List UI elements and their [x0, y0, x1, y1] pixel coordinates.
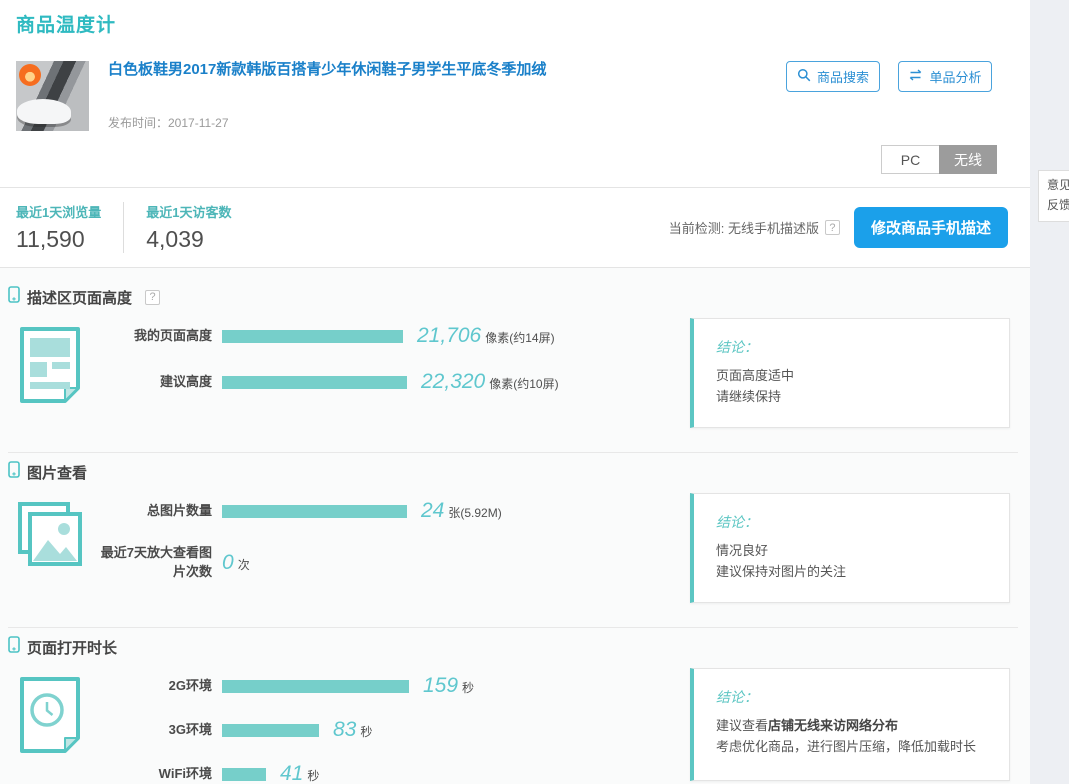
stats-bar: 最近1天浏览量 11,590 最近1天访客数 4,039 当前检测: 无线手机描… [0, 187, 1030, 268]
section-image-view-header: 图片查看 [0, 461, 1030, 483]
bar-total-images [222, 505, 407, 518]
row-label: 我的页面高度 [100, 327, 212, 346]
phone-icon [8, 286, 20, 308]
section-open-time-header: 页面打开时长 [0, 636, 1030, 658]
feedback-tab-line1: 意见 [1047, 176, 1069, 196]
conclusion-page-height: 结论： 页面高度适中 请继续保持 [690, 318, 1010, 428]
page-height-rows: 我的页面高度 21,706 像素(约14屏) 建议高度 22,320 [100, 318, 580, 394]
open-time-rows: 2G环境 159 秒 3G环境 83 秒 [100, 668, 580, 784]
product-thermometer-page: 意见 反馈 商品温度计 白色板鞋男2017新款韩版百搭青少年休闲鞋子男学生平底冬… [0, 0, 1069, 784]
right-gutter [1030, 0, 1069, 784]
product-actions: 商品搜索 单品分析 [786, 61, 992, 131]
feedback-tab-line2: 反馈 [1047, 196, 1069, 216]
image-view-rows: 总图片数量 24 张(5.92M) 最近7天放大查看图片次数 0 次 [100, 493, 580, 582]
section-page-height-title: 描述区页面高度 [27, 287, 132, 308]
page-title: 商品温度计 [0, 0, 1030, 37]
product-info: 白色板鞋男2017新款韩版百搭青少年休闲鞋子男学生平底冬季加绒 发布时间：201… [108, 61, 786, 131]
conclusion-line: 请继续保持 [716, 386, 989, 407]
product-title-link[interactable]: 白色板鞋男2017新款韩版百搭青少年休闲鞋子男学生平底冬季加绒 [108, 61, 786, 79]
publish-date: 发布时间：2017-11-27 [108, 114, 786, 131]
page-height-help-icon[interactable]: ? [145, 290, 160, 305]
conclusion-image-view: 结论： 情况良好 建议保持对图片的关注 [690, 493, 1010, 603]
stat-visitors-value: 4,039 [146, 226, 231, 253]
conclusion-title: 结论： [716, 687, 989, 707]
row-value: 21,706 像素(约14屏) [417, 324, 555, 348]
row-value: 22,320 像素(约10屏) [421, 370, 559, 394]
bar-suggested-height [222, 376, 407, 389]
row-my-page-height: 我的页面高度 21,706 像素(约14屏) [100, 324, 580, 348]
document-illustration-icon [0, 318, 100, 404]
row-label: 总图片数量 [100, 502, 212, 521]
row-zoom-views: 最近7天放大查看图片次数 0 次 [100, 544, 580, 582]
row-value: 83 秒 [333, 718, 372, 742]
section-page-height: 描述区页面高度 ? [0, 278, 1030, 453]
row-2g: 2G环境 159 秒 [100, 674, 580, 698]
row-total-images: 总图片数量 24 张(5.92M) [100, 499, 580, 523]
row-3g: 3G环境 83 秒 [100, 718, 580, 742]
platform-toggle: PC 无线 [881, 145, 997, 174]
row-value: 41 秒 [280, 762, 319, 784]
row-suggested-height: 建议高度 22,320 像素(约10屏) [100, 370, 580, 394]
conclusion-line: 页面高度适中 [716, 365, 989, 386]
conclusion-title: 结论： [716, 337, 989, 357]
stats-right: 当前检测: 无线手机描述版 ? 修改商品手机描述 [669, 207, 1008, 248]
edit-mobile-description-button[interactable]: 修改商品手机描述 [854, 207, 1008, 248]
conclusion-open-time: 结论： 建议查看店铺无线来访网络分布 考虑优化商品，进行图片压缩，降低加载时长 [690, 668, 1010, 781]
toggle-wireless[interactable]: 无线 [939, 145, 997, 174]
shoe-image-shape [17, 99, 71, 124]
search-icon [797, 68, 811, 85]
conclusion-line: 考虑优化商品，进行图片压缩，降低加载时长 [716, 736, 989, 757]
stat-views: 最近1天浏览量 11,590 [16, 202, 123, 253]
section-open-time: 页面打开时长 2G环境 [0, 628, 1030, 784]
section-open-time-title: 页面打开时长 [27, 637, 117, 658]
clock-document-illustration-icon [0, 668, 100, 754]
bar-3g [222, 724, 319, 737]
product-header: 白色板鞋男2017新款韩版百搭青少年休闲鞋子男学生平底冬季加绒 发布时间：201… [16, 61, 1014, 131]
conclusion-line: 建议查看店铺无线来访网络分布 [716, 715, 989, 736]
photos-illustration-icon [0, 493, 100, 569]
single-item-analysis-button[interactable]: 单品分析 [898, 61, 992, 92]
row-label: 3G环境 [100, 721, 212, 740]
row-label: 建议高度 [100, 373, 212, 392]
bar-my-page-height [222, 330, 403, 343]
conclusion-title: 结论： [716, 512, 989, 532]
product-search-label: 商品搜索 [817, 67, 869, 86]
bar-2g [222, 680, 409, 693]
section-page-height-body: 我的页面高度 21,706 像素(约14屏) 建议高度 22,320 [0, 318, 1030, 428]
report-sections: 描述区页面高度 ? [0, 268, 1030, 784]
stat-visitors-label: 最近1天访客数 [146, 202, 231, 221]
row-value: 159 秒 [423, 674, 474, 698]
conclusion-line: 情况良好 [716, 540, 989, 561]
feedback-tab[interactable]: 意见 反馈 [1038, 170, 1069, 222]
bar-wifi [222, 768, 266, 781]
section-page-height-header: 描述区页面高度 ? [0, 286, 1030, 308]
swap-arrows-icon [908, 69, 923, 84]
phone-icon [8, 636, 20, 658]
stat-views-value: 11,590 [16, 226, 101, 253]
row-wifi: WiFi环境 41 秒 [100, 762, 580, 784]
single-item-analysis-label: 单品分析 [929, 67, 981, 86]
main-content: 商品温度计 白色板鞋男2017新款韩版百搭青少年休闲鞋子男学生平底冬季加绒 发布… [0, 0, 1030, 784]
stat-views-label: 最近1天浏览量 [16, 202, 101, 221]
conclusion-line: 建议保持对图片的关注 [716, 561, 989, 582]
platform-toggle-row: PC 无线 [0, 145, 997, 174]
help-icon[interactable]: ? [825, 220, 840, 235]
row-label: WiFi环境 [100, 765, 212, 784]
stat-visitors: 最近1天访客数 4,039 [123, 202, 253, 253]
row-label: 2G环境 [100, 677, 212, 696]
section-image-view-body: 总图片数量 24 张(5.92M) 最近7天放大查看图片次数 0 次 [0, 493, 1030, 603]
product-search-button[interactable]: 商品搜索 [786, 61, 880, 92]
hot-flame-badge-icon [19, 64, 41, 86]
toggle-pc[interactable]: PC [881, 145, 939, 174]
section-open-time-body: 2G环境 159 秒 3G环境 83 秒 [0, 668, 1030, 784]
row-label: 最近7天放大查看图片次数 [100, 544, 212, 582]
current-detect-label: 当前检测: 无线手机描述版 [669, 218, 819, 237]
section-image-view-title: 图片查看 [27, 462, 87, 483]
row-value: 0 次 [222, 551, 250, 575]
row-value: 24 张(5.92M) [421, 499, 502, 523]
phone-icon [8, 461, 20, 483]
section-image-view: 图片查看 总图片数量 [0, 453, 1030, 628]
product-thumbnail[interactable] [16, 61, 89, 131]
